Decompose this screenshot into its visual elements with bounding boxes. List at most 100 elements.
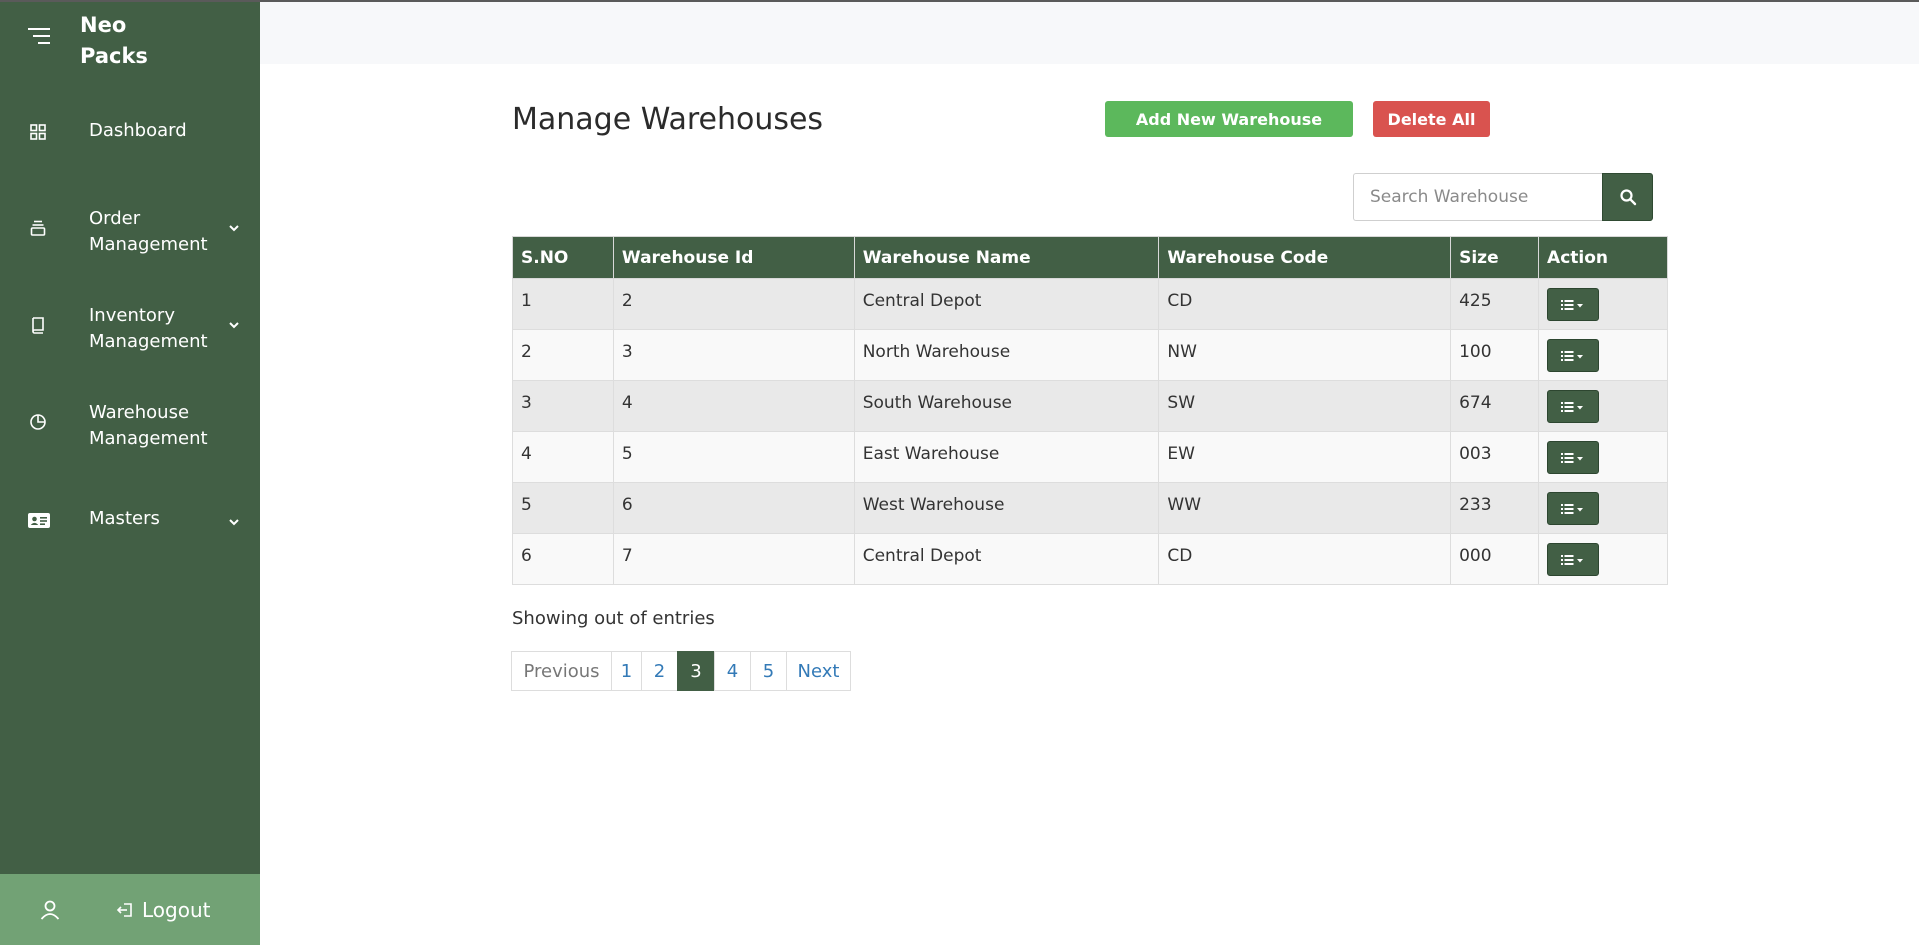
cell-sno: 2	[512, 329, 614, 381]
cell-sno: 4	[512, 431, 614, 483]
cell-warehouse-name: Central Depot	[853, 278, 1160, 330]
table-row: 4 5 East Warehouse EW 003	[512, 431, 1668, 483]
pagination-previous[interactable]: Previous	[511, 651, 612, 691]
cell-warehouse-name: Central Depot	[853, 533, 1160, 585]
chevron-down-icon	[229, 519, 239, 526]
cell-size: 425	[1450, 278, 1540, 330]
cell-warehouse-id: 3	[612, 329, 855, 381]
menu-toggle-icon[interactable]	[28, 28, 50, 46]
cell-warehouse-id: 5	[612, 431, 855, 483]
list-caret-icon	[1561, 452, 1584, 463]
cell-warehouse-code: CD	[1158, 533, 1452, 585]
cell-warehouse-code: EW	[1158, 431, 1452, 483]
sidebar-item-inventory-management[interactable]: Inventory Management	[0, 303, 260, 361]
cell-size: 000	[1450, 533, 1540, 585]
user-icon[interactable]	[38, 898, 62, 922]
cell-warehouse-code: NW	[1158, 329, 1452, 381]
delete-all-button[interactable]: Delete All	[1373, 101, 1490, 137]
cell-action	[1538, 482, 1668, 534]
pagination-page-3[interactable]: 3	[677, 651, 715, 691]
logout-button[interactable]: Logout	[116, 894, 210, 926]
row-action-dropdown-button[interactable]	[1547, 441, 1600, 474]
sidebar-item-label-line1: Inventory	[89, 305, 175, 326]
column-header-sno[interactable]: S.NO	[512, 236, 614, 279]
pagination-next[interactable]: Next	[786, 651, 851, 691]
page-title: Manage Warehouses	[512, 102, 824, 137]
search-icon	[1619, 189, 1636, 206]
sidebar-item-order-management[interactable]: Order Management	[0, 206, 260, 264]
table-row: 5 6 West Warehouse WW 233	[512, 482, 1668, 534]
sidebar-item-dashboard[interactable]: Dashboard	[0, 110, 260, 154]
cell-action	[1538, 533, 1668, 585]
column-header-size[interactable]: Size	[1450, 236, 1540, 279]
table-row: 6 7 Central Depot CD 000	[512, 533, 1668, 585]
sidebar-item-label-line1: Order	[89, 208, 141, 229]
table-row: 2 3 North Warehouse NW 100	[512, 329, 1668, 381]
list-caret-icon	[1561, 401, 1584, 412]
sidebar-item-label: Dashboard	[89, 120, 187, 141]
list-caret-icon	[1561, 350, 1584, 361]
row-action-dropdown-button[interactable]	[1547, 543, 1600, 576]
cell-size: 100	[1450, 329, 1540, 381]
sidebar-item-label: Masters	[89, 508, 160, 529]
cell-size: 233	[1450, 482, 1540, 534]
sidebar-item-label-line1: Warehouse	[89, 402, 190, 423]
cell-warehouse-name: South Warehouse	[853, 380, 1160, 432]
column-header-warehouse-id[interactable]: Warehouse Id	[612, 236, 855, 279]
row-action-dropdown-button[interactable]	[1547, 288, 1600, 321]
sidebar: Neo Packs Dashboard Order Management Inv…	[0, 2, 260, 945]
pagination: Previous 1 2 3 4 5 Next	[511, 651, 851, 691]
cell-warehouse-code: WW	[1158, 482, 1452, 534]
cell-warehouse-name: North Warehouse	[853, 329, 1160, 381]
sidebar-item-label-line2: Management	[89, 234, 208, 255]
chevron-down-icon	[229, 322, 239, 329]
logout-label: Logout	[142, 898, 211, 922]
brand-name-line1: Neo	[80, 13, 127, 37]
logout-icon	[116, 903, 132, 917]
id-card-icon	[28, 513, 50, 528]
sidebar-item-label: Warehouse Management	[89, 400, 229, 452]
row-action-dropdown-button[interactable]	[1547, 339, 1600, 372]
sidebar-item-label-line2: Management	[89, 331, 208, 352]
list-caret-icon	[1561, 299, 1584, 310]
table-header-row: S.NO Warehouse Id Warehouse Name Warehou…	[512, 236, 1668, 279]
brand-name-line2: Packs	[80, 44, 148, 68]
column-header-action: Action	[1538, 236, 1668, 279]
pagination-page-1[interactable]: 1	[611, 651, 642, 691]
cell-warehouse-code: SW	[1158, 380, 1452, 432]
table-info: Showing out of entries	[512, 608, 715, 629]
search-input[interactable]	[1353, 173, 1602, 221]
search-button[interactable]	[1602, 173, 1653, 221]
brand-name: Neo Packs	[80, 10, 200, 72]
cell-warehouse-name: East Warehouse	[853, 431, 1160, 483]
cell-warehouse-id: 4	[612, 380, 855, 432]
chevron-down-icon	[229, 225, 239, 232]
cell-warehouse-code: CD	[1158, 278, 1452, 330]
table-row: 1 2 Central Depot CD 425	[512, 278, 1668, 330]
pagination-page-5[interactable]: 5	[750, 651, 787, 691]
column-header-warehouse-code[interactable]: Warehouse Code	[1158, 236, 1452, 279]
sidebar-item-warehouse-management[interactable]: Warehouse Management	[0, 400, 260, 458]
pie-chart-icon	[30, 414, 46, 430]
column-header-warehouse-name[interactable]: Warehouse Name	[853, 236, 1160, 279]
row-action-dropdown-button[interactable]	[1547, 390, 1600, 423]
sidebar-item-masters[interactable]: Masters	[0, 498, 260, 542]
cell-action	[1538, 278, 1668, 330]
header-bar	[260, 2, 1919, 64]
cell-size: 003	[1450, 431, 1540, 483]
table-row: 3 4 South Warehouse SW 674	[512, 380, 1668, 432]
sidebar-item-label: Order Management	[89, 206, 229, 258]
list-caret-icon	[1561, 554, 1584, 565]
pagination-page-2[interactable]: 2	[641, 651, 678, 691]
cell-warehouse-id: 6	[612, 482, 855, 534]
cell-sno: 3	[512, 380, 614, 432]
sidebar-item-label: Inventory Management	[89, 303, 229, 355]
main-content: Manage Warehouses Add New Warehouse Dele…	[260, 2, 1919, 945]
cell-warehouse-id: 7	[612, 533, 855, 585]
pagination-page-4[interactable]: 4	[714, 651, 751, 691]
row-action-dropdown-button[interactable]	[1547, 492, 1600, 525]
cell-sno: 5	[512, 482, 614, 534]
add-warehouse-button[interactable]: Add New Warehouse	[1105, 101, 1353, 137]
cell-size: 674	[1450, 380, 1540, 432]
sidebar-item-label-line2: Management	[89, 428, 208, 449]
